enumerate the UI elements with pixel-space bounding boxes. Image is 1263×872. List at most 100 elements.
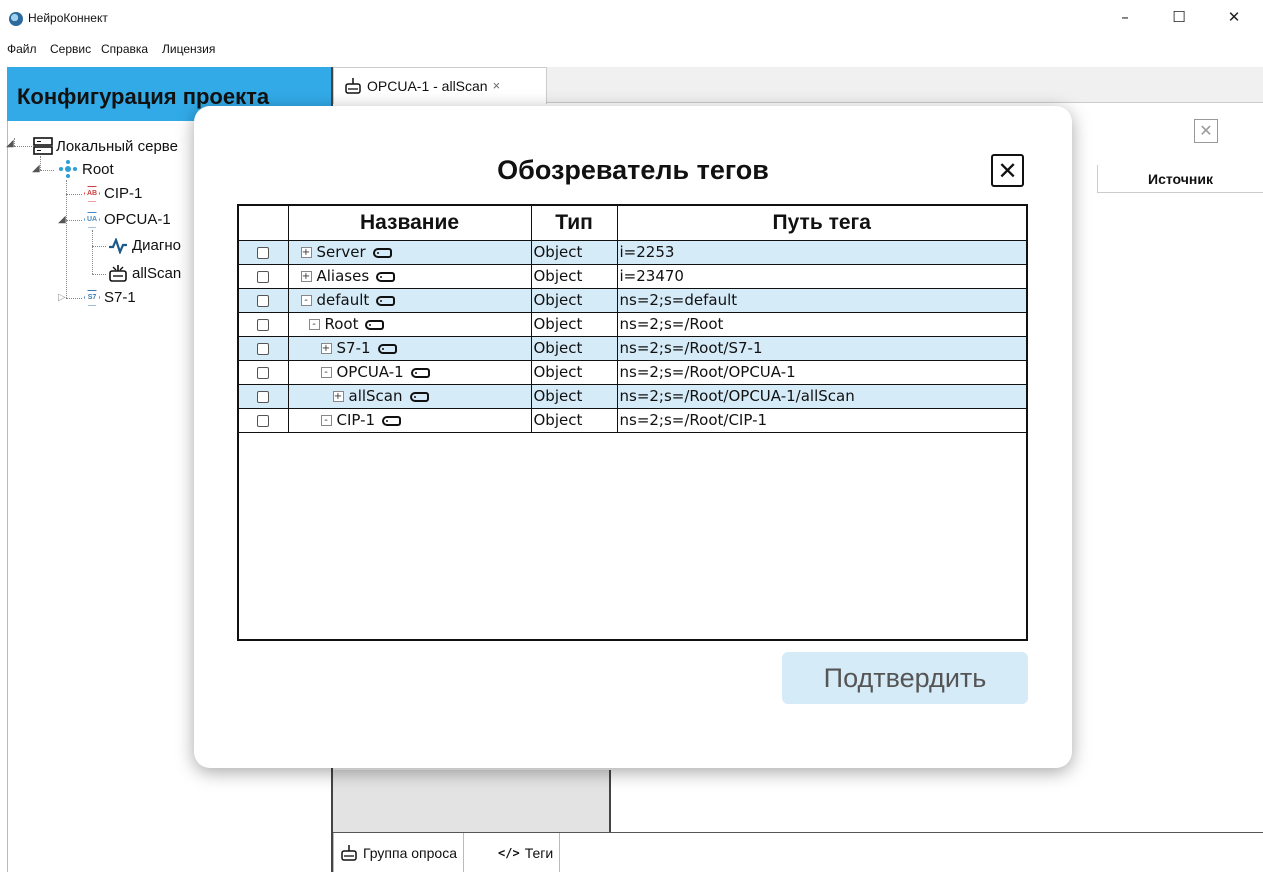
tag-name: S7-1 bbox=[336, 339, 371, 357]
tree-expander-icon[interactable]: ◢ bbox=[58, 214, 66, 225]
tag-icon bbox=[409, 391, 429, 402]
panel-border bbox=[7, 121, 8, 872]
close-tab-icon[interactable]: × bbox=[493, 78, 501, 93]
row-checkbox[interactable] bbox=[257, 414, 270, 427]
tree-item-allscan[interactable]: allScan bbox=[108, 264, 181, 282]
tree-item-local-server[interactable]: Локальный серве bbox=[33, 137, 178, 155]
type-cell: Object bbox=[531, 336, 618, 361]
name-cell: - CIP-1 bbox=[288, 408, 532, 433]
expand-icon[interactable]: + bbox=[300, 271, 312, 282]
column-header-name[interactable]: Название bbox=[288, 206, 532, 241]
table-row[interactable]: - Root Object ns=2;s=/Root bbox=[239, 312, 1026, 337]
column-header-source[interactable]: Источник bbox=[1097, 165, 1263, 193]
collapse-icon[interactable]: - bbox=[308, 319, 320, 330]
name-cell: + S7-1 bbox=[288, 336, 532, 361]
tree-connector bbox=[66, 220, 82, 221]
table-header-row: Название Тип Путь тега bbox=[239, 206, 1026, 241]
path-cell: ns=2;s=/Root/CIP-1 bbox=[617, 408, 1026, 433]
minimize-button[interactable]: – bbox=[1102, 2, 1148, 32]
tab-tags[interactable]: </> Теги bbox=[492, 833, 561, 872]
document-tab-label: OPCUA-1 - allScan bbox=[367, 77, 488, 94]
expand-icon[interactable]: + bbox=[300, 247, 312, 258]
tag-icon bbox=[372, 247, 392, 258]
poll-group-icon bbox=[341, 845, 357, 861]
bottom-tabs-divider bbox=[333, 832, 1263, 833]
tree-connector bbox=[92, 274, 106, 275]
tree-item-label: allScan bbox=[132, 264, 182, 282]
row-select-cell bbox=[239, 240, 289, 265]
tag-name: Server bbox=[316, 243, 366, 261]
name-cell: + allScan bbox=[288, 384, 532, 409]
type-cell: Object bbox=[531, 384, 618, 409]
tree-item-label: Диагно bbox=[132, 237, 181, 254]
expand-icon[interactable]: + bbox=[332, 391, 344, 402]
row-checkbox[interactable] bbox=[257, 270, 270, 283]
maximize-button[interactable]: ☐ bbox=[1156, 2, 1202, 32]
path-cell: ns=2;s=/Root/S7-1 bbox=[617, 336, 1026, 361]
close-window-button[interactable]: ✕ bbox=[1211, 2, 1257, 32]
name-cell: - OPCUA-1 bbox=[288, 360, 532, 385]
path-cell: ns=2;s=/Root/OPCUA-1 bbox=[617, 360, 1026, 385]
column-header-select[interactable] bbox=[239, 206, 289, 241]
table-row[interactable]: - OPCUA-1 Object ns=2;s=/Root/OPCUA-1 bbox=[239, 360, 1026, 385]
tag-name: CIP-1 bbox=[336, 411, 376, 429]
table-row[interactable]: + Aliases Object i=23470 bbox=[239, 264, 1026, 289]
table-row[interactable]: - default Object ns=2;s=default bbox=[239, 288, 1026, 313]
tree-expander-icon[interactable]: ◢ bbox=[32, 163, 40, 174]
tree-item-opcua-1[interactable]: UA OPCUA-1 bbox=[84, 211, 171, 228]
column-header-type[interactable]: Тип bbox=[531, 206, 618, 241]
name-cell: + Server bbox=[288, 240, 532, 265]
dialog-title: Обозреватель тегов bbox=[497, 155, 769, 185]
tree-item-s7-1[interactable]: S7 S7-1 bbox=[84, 289, 136, 306]
table-row[interactable]: + Server Object i=2253 bbox=[239, 240, 1026, 265]
row-checkbox[interactable] bbox=[257, 366, 270, 379]
collapse-icon[interactable]: - bbox=[320, 367, 332, 378]
tree-item-root[interactable]: Root bbox=[58, 160, 114, 178]
tab-poll-group[interactable]: Группа опроса bbox=[333, 833, 464, 872]
panel-splitter[interactable] bbox=[609, 770, 611, 832]
dialog-close-button[interactable]: ✕ bbox=[991, 154, 1024, 187]
name-cell: - Root bbox=[288, 312, 532, 337]
tag-name: allScan bbox=[348, 387, 403, 405]
row-checkbox[interactable] bbox=[257, 246, 270, 259]
collapse-icon[interactable]: - bbox=[320, 415, 332, 426]
menu-service[interactable]: Сервис bbox=[50, 42, 91, 56]
type-cell: Object bbox=[531, 360, 618, 385]
tree-item-label: CIP-1 bbox=[104, 185, 143, 202]
tag-icon bbox=[382, 415, 402, 426]
tree-connector bbox=[66, 194, 82, 195]
close-panel-button[interactable]: ✕ bbox=[1194, 119, 1218, 143]
tree-expander-icon[interactable]: ▷ bbox=[58, 292, 66, 303]
expand-icon[interactable]: + bbox=[320, 343, 332, 354]
row-select-cell bbox=[239, 336, 289, 361]
type-cell: Object bbox=[531, 312, 618, 337]
menu-help[interactable]: Справка bbox=[101, 42, 148, 56]
document-tab[interactable]: OPCUA-1 - allScan × bbox=[333, 67, 547, 104]
tree-item-cip-1[interactable]: AB CIP-1 bbox=[84, 185, 142, 202]
row-checkbox[interactable] bbox=[257, 390, 270, 403]
tree-connector bbox=[14, 146, 32, 147]
row-select-cell bbox=[239, 408, 289, 433]
row-checkbox[interactable] bbox=[257, 294, 270, 307]
tag-icon bbox=[365, 319, 385, 330]
tab-label: Теги bbox=[524, 844, 554, 861]
poll-group-icon bbox=[109, 265, 127, 282]
collapse-icon[interactable]: - bbox=[300, 295, 312, 306]
menu-file[interactable]: Файл bbox=[7, 42, 37, 56]
path-cell: i=2253 bbox=[617, 240, 1026, 265]
row-checkbox[interactable] bbox=[257, 342, 270, 355]
tag-icon bbox=[377, 343, 397, 354]
row-checkbox[interactable] bbox=[257, 318, 270, 331]
confirm-button[interactable]: Подтвердить bbox=[782, 652, 1028, 704]
table-row[interactable]: - CIP-1 Object ns=2;s=/Root/CIP-1 bbox=[239, 408, 1026, 433]
name-cell: + Aliases bbox=[288, 264, 532, 289]
table-row[interactable]: + allScan Object ns=2;s=/Root/OPCUA-1/allSc… bbox=[239, 384, 1026, 409]
row-select-cell bbox=[239, 312, 289, 337]
row-select-cell bbox=[239, 384, 289, 409]
tag-name: Root bbox=[324, 315, 359, 333]
tree-item-diagnostics[interactable]: Диагно bbox=[108, 237, 181, 254]
menu-license[interactable]: Лицензия bbox=[162, 42, 215, 56]
column-header-path[interactable]: Путь тега bbox=[617, 206, 1026, 241]
table-row[interactable]: + S7-1 Object ns=2;s=/Root/S7-1 bbox=[239, 336, 1026, 361]
tree-expander-icon[interactable]: ◢ bbox=[6, 138, 14, 149]
